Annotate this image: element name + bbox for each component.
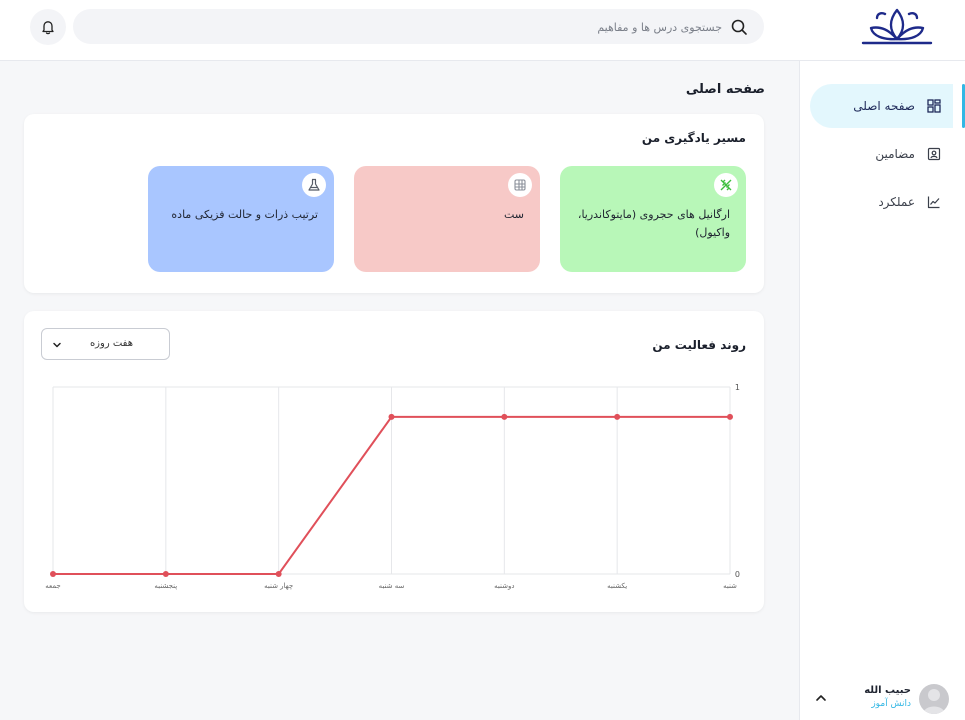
top-bar [0,0,965,61]
user-role: دانش آموز [871,699,911,709]
x-tick-label: چهار شنبه [264,582,293,590]
learning-path-tile[interactable]: ارگانیل های حجروی (مایتوکاندریا، واکیول) [560,166,746,272]
sidebar: صفحه اصلی مضامین عملکرد حبیب الله دانش آ… [799,61,965,720]
grid-icon [508,173,532,197]
data-point[interactable] [614,413,621,420]
dashboard-icon [927,99,941,113]
data-point[interactable] [162,571,169,577]
sidebar-item-label: عملکرد [878,195,915,209]
x-axis-ticks: شنبه یکشنبه دوشنبه سه شنبه چهار شنبه پنجشنبه ج… [45,582,737,590]
x-tick-label: سه شنبه [379,582,405,590]
learning-path-title: مسیر یادگیری من [641,131,746,145]
search-input[interactable] [162,15,722,39]
flask-icon [302,173,326,197]
y-tick-label: 1 [735,383,740,392]
app-logo-icon[interactable] [859,6,935,46]
chevron-up-icon[interactable] [813,690,829,706]
page-title: صفحه اصلی [685,82,765,97]
user-name: حبیب الله [864,685,911,696]
chart-line-icon [927,196,940,209]
sidebar-item-label: مضامین [875,147,915,161]
activity-line-chart: 01 شنبهیکشنبهدوشنبهسه شنبهچهار شنبهپنجشن… [45,383,740,590]
data-point[interactable] [501,413,508,420]
sidebar-item-performance[interactable]: عملکرد [810,180,953,224]
notifications-button[interactable] [30,9,66,45]
sidebar-item-label: صفحه اصلی [853,99,915,113]
bell-icon [42,21,54,35]
x-tick-label: شنبه [723,582,737,590]
learning-path-tile[interactable]: ست [354,166,540,272]
x-tick-label: دوشنبه [494,582,514,590]
data-point[interactable] [388,413,395,420]
search-icon[interactable] [730,18,748,36]
tile-label: ارگانیل های حجروی (مایتوکاندریا، واکیول) [577,208,730,239]
avatar[interactable] [919,684,949,714]
activity-trend-card: روند فعالیت من هفت روزه 01 شنبه یکشنبه دوش… [24,311,764,612]
data-point[interactable] [50,571,56,577]
sidebar-item-home[interactable]: صفحه اصلی [810,84,953,128]
y-axis-ticks: 01 [735,383,740,579]
contacts-book-icon [927,147,941,161]
dna-icon [714,173,738,197]
sidebar-item-subjects[interactable]: مضامین [810,132,953,176]
x-tick-label: جمعه [45,582,61,590]
learning-path-card: مسیر یادگیری من ارگانیل های حجروی (مایتو… [24,114,764,293]
data-point[interactable] [275,571,282,577]
x-tick-label: پنجشنبه [154,582,177,590]
user-profile[interactable]: حبیب الله دانش آموز [813,682,949,716]
user-icon [923,689,945,714]
tile-label: ست [503,208,524,221]
tile-label: ترتیب ذرات و حالت فزیکی ماده [171,208,318,221]
data-point[interactable] [727,413,733,420]
y-tick-label: 0 [735,570,740,579]
learning-path-tile[interactable]: ترتیب ذرات و حالت فزیکی ماده [148,166,334,272]
x-tick-label: یکشنبه [607,582,627,590]
search-bar[interactable] [73,9,764,44]
